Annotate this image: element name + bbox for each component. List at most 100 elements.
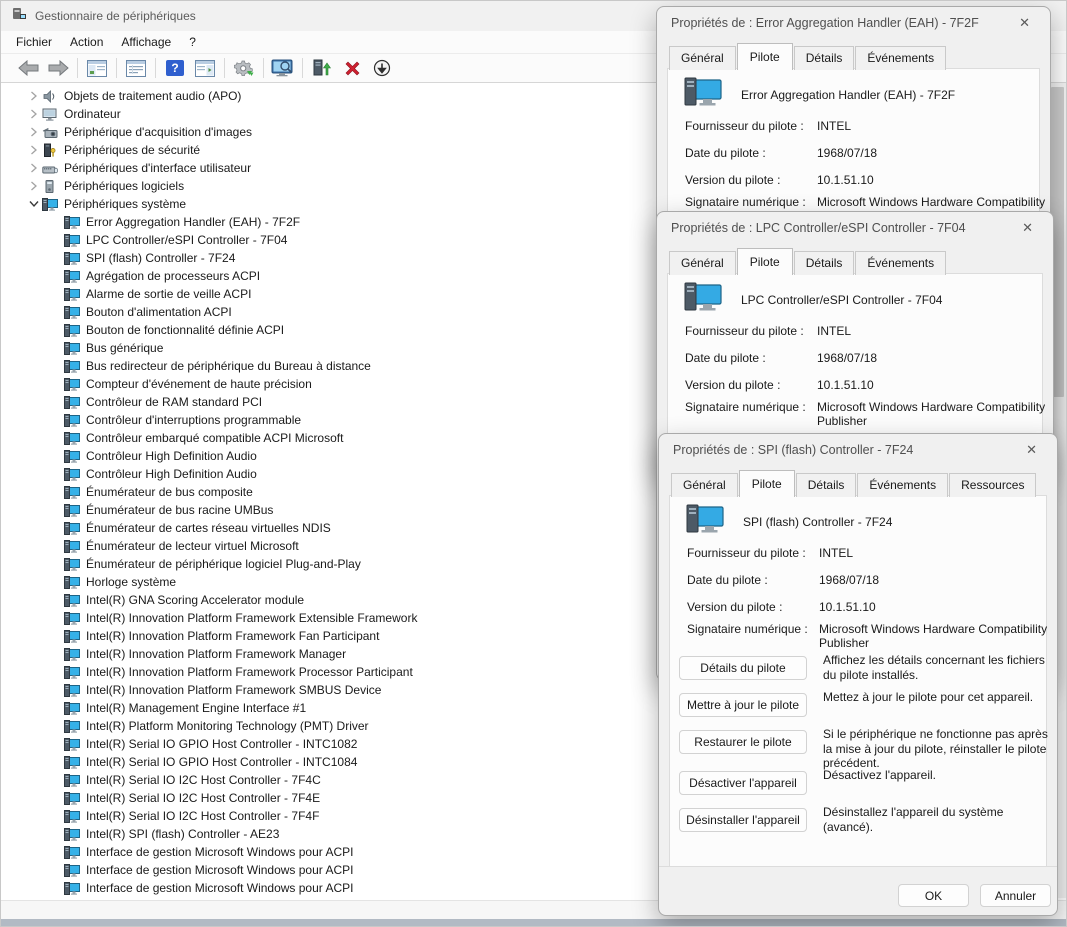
- tree-device-label: Intel(R) Serial IO GPIO Host Controller …: [86, 755, 357, 769]
- system-device-icon: [64, 719, 80, 734]
- tree-device-label: Intel(R) Serial IO I2C Host Controller -…: [86, 773, 321, 787]
- chevron-right-icon[interactable]: [26, 145, 42, 155]
- tree-device-label: Intel(R) Innovation Platform Framework S…: [86, 683, 381, 697]
- chevron-right-icon[interactable]: [26, 91, 42, 101]
- tree-device-label: Énumérateur de périphérique logiciel Plu…: [86, 557, 361, 571]
- tree-category-label: Objets de traitement audio (APO): [64, 89, 241, 103]
- system-device-icon: [64, 323, 80, 338]
- d-tails-du-pilote-button[interactable]: Détails du pilote: [679, 656, 807, 680]
- menu-item-help[interactable]: ?: [180, 33, 205, 51]
- tree-category-label: Périphériques système: [64, 197, 186, 211]
- d-sinstaller-l-appareil-button[interactable]: Désinstaller l'appareil: [679, 808, 807, 832]
- action-description: Mettez à jour le pilote pour cet apparei…: [823, 690, 1055, 705]
- uninstall-device-icon[interactable]: [340, 57, 364, 79]
- close-icon[interactable]: ✕: [1016, 218, 1039, 238]
- system-device-icon: [64, 647, 80, 662]
- tab-général[interactable]: Général: [669, 251, 736, 275]
- system-device-icon: [64, 233, 80, 248]
- device-row: Error Aggregation Handler (EAH) - 7F2F: [683, 77, 955, 112]
- tree-device-label: Horloge système: [86, 575, 176, 589]
- tab-détails[interactable]: Détails: [796, 473, 857, 497]
- chevron-right-icon[interactable]: [26, 181, 42, 191]
- system-device-icon: [64, 269, 80, 284]
- properties-dialog-spi: Propriétés de : SPI (flash) Controller -…: [658, 433, 1058, 916]
- tab-pilote[interactable]: Pilote: [737, 43, 793, 70]
- system-device-icon: [64, 413, 80, 428]
- tab-pilote[interactable]: Pilote: [737, 248, 793, 275]
- system-device-icon: [64, 701, 80, 716]
- ok-button[interactable]: OK: [898, 884, 969, 907]
- system-device-icon: [64, 503, 80, 518]
- update-driver-icon[interactable]: [310, 57, 334, 79]
- device-icon: [683, 282, 723, 317]
- tree-device-label: Intel(R) Serial IO I2C Host Controller -…: [86, 809, 319, 823]
- tree-device-label: Énumérateur de cartes réseau virtuelles …: [86, 521, 331, 535]
- tab-événements[interactable]: Événements: [857, 473, 948, 497]
- menu-item-affichage[interactable]: Affichage: [112, 33, 180, 51]
- tree-device-label: Alarme de sortie de veille ACPI: [86, 287, 251, 301]
- system-device-icon: [64, 287, 80, 302]
- disable-device-icon[interactable]: [370, 57, 394, 79]
- field-value: Microsoft Windows Hardware Compatibility…: [817, 400, 1055, 428]
- forward-icon[interactable]: [46, 57, 70, 79]
- mettre-jour-le-pilote-button[interactable]: Mettre à jour le pilote: [679, 693, 807, 717]
- tab-événements[interactable]: Événements: [855, 251, 946, 275]
- tab-général[interactable]: Général: [671, 473, 738, 497]
- search-computer-icon[interactable]: [271, 57, 295, 79]
- system-device-icon: [64, 359, 80, 374]
- tab-strip: GénéralPiloteDétailsÉvénements: [669, 249, 947, 274]
- device-row: LPC Controller/eSPI Controller - 7F04: [683, 282, 942, 317]
- cancel-button[interactable]: Annuler: [980, 884, 1051, 907]
- field-label: Version du pilote :: [687, 600, 782, 614]
- dialog-titlebar: Propriétés de : LPC Controller/eSPI Cont…: [657, 212, 1053, 244]
- system-device-icon: [64, 251, 80, 266]
- system-device-icon: [64, 575, 80, 590]
- close-icon[interactable]: ✕: [1020, 440, 1043, 460]
- back-icon[interactable]: [16, 57, 40, 79]
- tree-device-label: Bouton d'alimentation ACPI: [86, 305, 232, 319]
- close-icon[interactable]: ✕: [1013, 13, 1036, 33]
- system-device-icon: [64, 737, 80, 752]
- tab-pilote[interactable]: Pilote: [739, 470, 795, 497]
- d-sactiver-l-appareil-button[interactable]: Désactiver l'appareil: [679, 771, 807, 795]
- device-icon: [683, 77, 723, 112]
- restaurer-le-pilote-button[interactable]: Restaurer le pilote: [679, 730, 807, 754]
- audio-category-icon: [42, 89, 58, 104]
- tab-détails[interactable]: Détails: [794, 251, 855, 275]
- field-label: Fournisseur du pilote :: [685, 324, 804, 338]
- system-device-icon: [64, 431, 80, 446]
- tab-événements[interactable]: Événements: [855, 46, 946, 70]
- tree-device-label: Contrôleur d'interruptions programmable: [86, 413, 301, 427]
- system-device-icon: [64, 215, 80, 230]
- help-icon[interactable]: ?: [163, 57, 187, 79]
- tree-device-label: Contrôleur embarqué compatible ACPI Micr…: [86, 431, 343, 445]
- show-action-pane-icon[interactable]: [193, 57, 217, 79]
- show-console-tree-icon[interactable]: [85, 57, 109, 79]
- tree-device-label: Contrôleur High Definition Audio: [86, 449, 257, 463]
- system-device-icon: [64, 809, 80, 824]
- tab-ressources[interactable]: Ressources: [949, 473, 1036, 497]
- device-name: SPI (flash) Controller - 7F24: [743, 515, 892, 529]
- scan-hardware-changes-icon[interactable]: [232, 57, 256, 79]
- menu-item-action[interactable]: Action: [61, 33, 112, 51]
- menu-item-fichier[interactable]: Fichier: [7, 33, 61, 51]
- help-glyph: ?: [166, 60, 184, 76]
- tree-device-label: Intel(R) SPI (flash) Controller - AE23: [86, 827, 279, 841]
- tab-détails[interactable]: Détails: [794, 46, 855, 70]
- chevron-right-icon[interactable]: [26, 163, 42, 173]
- chevron-right-icon[interactable]: [26, 127, 42, 137]
- system-device-icon: [64, 557, 80, 572]
- system-device-icon: [64, 305, 80, 320]
- action-description: Affichez les détails concernant les fich…: [823, 653, 1055, 682]
- chevron-down-icon[interactable]: [26, 200, 42, 208]
- export-list-icon[interactable]: [124, 57, 148, 79]
- tree-device-label: Intel(R) GNA Scoring Accelerator module: [86, 593, 304, 607]
- tree-device-label: Intel(R) Serial IO I2C Host Controller -…: [86, 791, 320, 805]
- tab-général[interactable]: Général: [669, 46, 736, 70]
- dialog-title: Propriétés de : SPI (flash) Controller -…: [673, 443, 913, 457]
- tree-device-label: Intel(R) Innovation Platform Framework P…: [86, 665, 413, 679]
- tree-device-label: Énumérateur de bus racine UMBus: [86, 503, 273, 517]
- field-value: INTEL: [817, 324, 1055, 338]
- tree-device-label: Interface de gestion Microsoft Windows p…: [86, 863, 353, 877]
- chevron-right-icon[interactable]: [26, 109, 42, 119]
